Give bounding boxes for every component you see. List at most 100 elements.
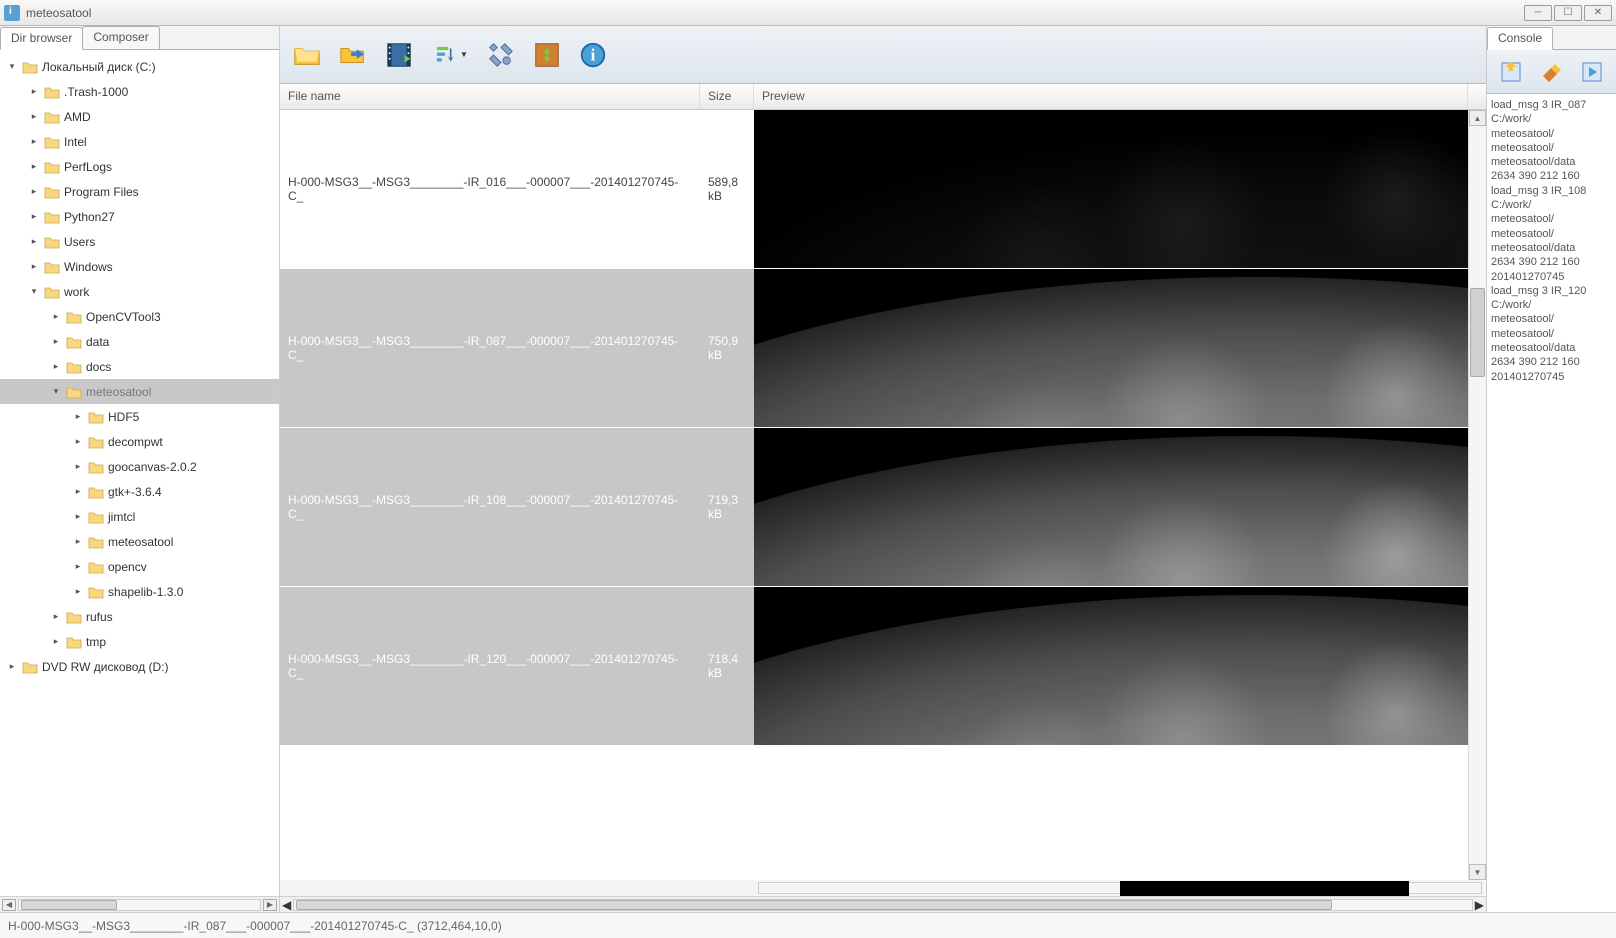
window-title: meteosatool (26, 6, 91, 20)
tree-label: Локальный диск (C:) (42, 60, 156, 74)
console-line: C:/work/ (1491, 112, 1612, 126)
expander-icon[interactable]: ▸ (28, 161, 40, 172)
column-header-preview[interactable]: Preview (754, 84, 1468, 109)
expander-icon[interactable]: ▸ (28, 111, 40, 122)
expander-icon[interactable]: ▸ (28, 186, 40, 197)
left-tabs: Dir browser Composer (0, 26, 279, 50)
minimize-button[interactable]: ─ (1524, 5, 1552, 21)
table-row[interactable]: H-000-MSG3__-MSG3________-IR_108___-0000… (280, 428, 1468, 587)
info-button[interactable]: i (574, 36, 612, 74)
tree-node[interactable]: ▸OpenCVTool3 (0, 304, 279, 329)
tree-node[interactable]: ▸PerfLogs (0, 154, 279, 179)
expander-icon[interactable]: ▸ (50, 611, 62, 622)
close-button[interactable]: ✕ (1584, 5, 1612, 21)
tab-dir-browser[interactable]: Dir browser (0, 27, 83, 50)
tree-node[interactable]: ▾ Локальный диск (C:) (0, 54, 279, 79)
expander-icon[interactable]: ▾ (28, 286, 40, 297)
scroll-thumb[interactable] (21, 900, 117, 910)
table-row[interactable]: H-000-MSG3__-MSG3________-IR_016___-0000… (280, 110, 1468, 269)
tree-node[interactable]: ▸.Trash-1000 (0, 79, 279, 104)
tree-node[interactable]: ▸tmp (0, 629, 279, 654)
tree-node[interactable]: ▸Python27 (0, 204, 279, 229)
expander-icon[interactable]: ▸ (72, 536, 84, 547)
tree-node[interactable]: ▸Users (0, 229, 279, 254)
expander-icon[interactable]: ▸ (72, 486, 84, 497)
tree-node[interactable]: ▸docs (0, 354, 279, 379)
tree-node[interactable]: ▸DVD RW дисковод (D:) (0, 654, 279, 679)
scroll-left-icon[interactable]: ◀ (282, 898, 291, 912)
expander-icon[interactable]: ▾ (6, 61, 18, 72)
scroll-left-icon[interactable]: ◀ (2, 899, 16, 911)
console-line: meteosatool/ (1491, 212, 1612, 226)
maximize-button[interactable]: ☐ (1554, 5, 1582, 21)
folder-arrow-button[interactable] (334, 36, 372, 74)
tree-node[interactable]: ▸decompwt (0, 429, 279, 454)
scroll-right-icon[interactable]: ▶ (263, 899, 277, 911)
console-run-button[interactable] (1577, 57, 1607, 87)
tree-node[interactable]: ▸HDF5 (0, 404, 279, 429)
scroll-down-icon[interactable]: ▼ (1469, 864, 1486, 880)
tree-node[interactable]: ▸opencv (0, 554, 279, 579)
expander-icon[interactable]: ▸ (72, 586, 84, 597)
grid-rows: H-000-MSG3__-MSG3________-IR_016___-0000… (280, 110, 1468, 880)
expander-icon[interactable]: ▸ (72, 461, 84, 472)
console-save-button[interactable] (1496, 57, 1526, 87)
tab-composer[interactable]: Composer (82, 26, 159, 49)
tree-node[interactable]: ▸goocanvas-2.0.2 (0, 454, 279, 479)
expander-icon[interactable]: ▸ (72, 561, 84, 572)
column-header-name[interactable]: File name (280, 84, 700, 109)
expander-icon[interactable]: ▸ (50, 311, 62, 322)
directory-tree[interactable]: ▾ Локальный диск (C:) ▸.Trash-1000▸AMD▸Int… (0, 50, 279, 896)
recycle-button[interactable] (528, 36, 566, 74)
cell-preview (754, 269, 1468, 427)
tree-node[interactable]: ▸Windows (0, 254, 279, 279)
expander-icon[interactable]: ▸ (50, 361, 62, 372)
folder-icon (66, 360, 82, 374)
open-folder-button[interactable] (288, 36, 326, 74)
scroll-right-icon[interactable]: ▶ (1475, 898, 1484, 912)
scroll-thumb[interactable] (296, 900, 1332, 910)
expander-icon[interactable]: ▸ (28, 236, 40, 247)
tree-node[interactable]: ▸Intel (0, 129, 279, 154)
expander-icon[interactable]: ▸ (6, 661, 18, 672)
console-line: meteosatool/ (1491, 127, 1612, 141)
sort-button[interactable]: ▼ (426, 36, 474, 74)
tree-node[interactable]: ▸jimtcl (0, 504, 279, 529)
tree-hscrollbar[interactable]: ◀ ▶ (0, 896, 279, 912)
table-row[interactable]: H-000-MSG3__-MSG3________-IR_087___-0000… (280, 269, 1468, 428)
tree-node[interactable]: ▸AMD (0, 104, 279, 129)
table-row[interactable]: H-000-MSG3__-MSG3________-IR_120___-0000… (280, 587, 1468, 746)
expander-icon[interactable]: ▸ (50, 636, 62, 647)
console-line: meteosatool/ (1491, 312, 1612, 326)
scroll-up-icon[interactable]: ▲ (1469, 110, 1486, 126)
scroll-thumb[interactable] (1470, 288, 1485, 377)
expander-icon[interactable]: ▸ (28, 211, 40, 222)
center-hscrollbar[interactable]: ◀ ▶ (280, 896, 1486, 912)
tree-node[interactable]: ▸Program Files (0, 179, 279, 204)
film-button[interactable] (380, 36, 418, 74)
expander-icon[interactable]: ▸ (72, 436, 84, 447)
tree-node[interactable]: ▸gtk+-3.6.4 (0, 479, 279, 504)
tree-node[interactable]: ▾meteosatool (0, 379, 279, 404)
tree-node[interactable]: ▸data (0, 329, 279, 354)
expander-icon[interactable]: ▾ (50, 386, 62, 397)
folder-icon (66, 635, 82, 649)
column-header-size[interactable]: Size (700, 84, 754, 109)
preview-hscrollbar[interactable] (280, 880, 1486, 896)
expander-icon[interactable]: ▸ (50, 336, 62, 347)
grid-vscrollbar[interactable]: ▲ ▼ (1468, 110, 1486, 880)
expander-icon[interactable]: ▸ (28, 86, 40, 97)
tree-node[interactable]: ▸rufus (0, 604, 279, 629)
folder-icon (22, 660, 38, 674)
console-clear-button[interactable] (1536, 57, 1566, 87)
tab-console[interactable]: Console (1487, 27, 1553, 50)
expander-icon[interactable]: ▸ (72, 511, 84, 522)
tree-node[interactable]: ▸shapelib-1.3.0 (0, 579, 279, 604)
expander-icon[interactable]: ▸ (72, 411, 84, 422)
expander-icon[interactable]: ▸ (28, 136, 40, 147)
tree-node[interactable]: ▾work (0, 279, 279, 304)
tree-label: meteosatool (108, 535, 173, 549)
expander-icon[interactable]: ▸ (28, 261, 40, 272)
tree-node[interactable]: ▸ meteosatool (0, 529, 279, 554)
tools-button[interactable] (482, 36, 520, 74)
